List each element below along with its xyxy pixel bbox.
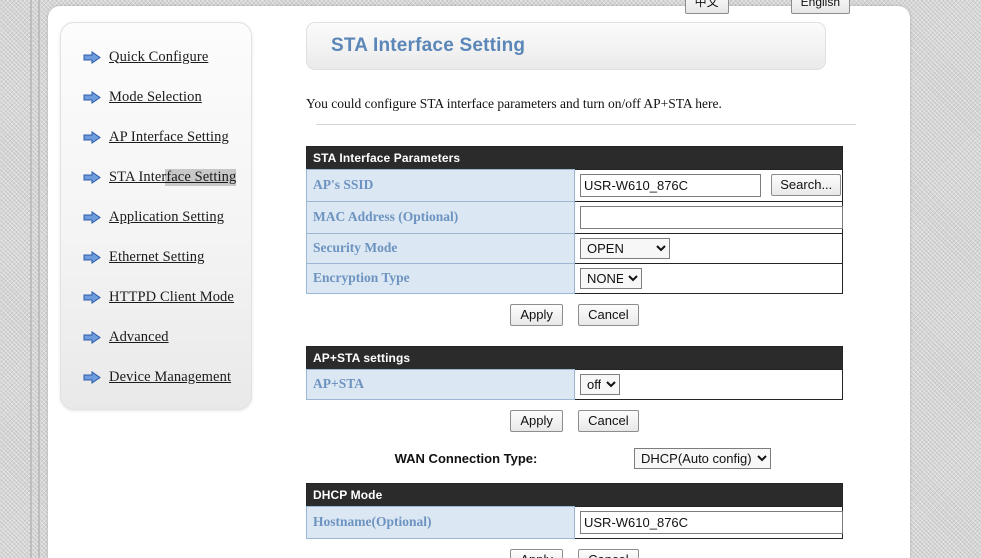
page-title-panel: STA Interface Setting [306, 22, 826, 70]
language-switcher: 中文 English [684, 0, 850, 14]
table-row: Encryption Type NONEWEPTKIPAESTKIPAES [306, 262, 843, 294]
sidebar-item-label: Advanced [109, 328, 169, 345]
language-button-english[interactable]: English [790, 0, 850, 14]
field-label-ssid: AP's SSID [306, 168, 575, 202]
sidebar-item-sta-interface-setting[interactable]: STA Interface Setting [61, 157, 251, 197]
page-edge-divider-inner [38, 0, 40, 558]
dhcp-mode-table: DHCP Mode Hostname(Optional) [306, 482, 843, 539]
cancel-button-dhcp[interactable]: Cancel [578, 548, 639, 558]
wan-connection-type-label: WAN Connection Type: [394, 450, 538, 466]
cancel-button-apsta[interactable]: Cancel [578, 409, 639, 432]
field-value-encryption-type: NONEWEPTKIPAESTKIPAES [574, 262, 843, 294]
field-label-mac-address: MAC Address (Optional) [306, 200, 575, 234]
sidebar-item-label: Application Setting [109, 208, 225, 225]
field-label-encryption-type: Encryption Type [306, 262, 575, 294]
content-divider [316, 124, 856, 125]
ssid-input[interactable] [580, 173, 761, 197]
sidebar-item-label: Quick Configure [109, 48, 209, 65]
apply-button-dhcp[interactable]: Apply [510, 548, 563, 558]
hostname-input[interactable] [580, 510, 843, 534]
table-section-header: STA Interface Parameters [306, 146, 843, 169]
field-label-apsta: AP+STA [306, 368, 575, 400]
mac-address-input[interactable] [580, 205, 843, 229]
cancel-button-sta-params[interactable]: Cancel [578, 303, 639, 326]
field-value-apsta: offon [574, 368, 843, 400]
arrow-right-icon [83, 210, 101, 224]
section-header-label: STA Interface Parameters [306, 146, 843, 169]
arrow-right-icon [83, 50, 101, 64]
sidebar-item-advanced[interactable]: Advanced [61, 317, 251, 357]
table-row: AP+STA offon [306, 368, 843, 400]
security-mode-select[interactable]: OPENSHAREDWEPAUTOWPA-PSKWPA2-PSKWPAPSKWP… [580, 237, 670, 259]
sidebar-item-label: STA Interface Setting [109, 168, 237, 186]
table-section-header: AP+STA settings [306, 346, 843, 369]
sidebar-item-label: Device Management [109, 368, 232, 385]
apsta-button-row: Apply Cancel [306, 409, 843, 432]
sidebar-item-ap-interface-setting[interactable]: AP Interface Setting [61, 117, 251, 157]
arrow-right-icon [83, 170, 101, 184]
sidebar-item-mode-selection[interactable]: Mode Selection [61, 77, 251, 117]
page-edge-divider-left [30, 0, 32, 558]
apsta-select[interactable]: offon [580, 373, 620, 395]
page-description: You could configure STA interface parame… [306, 96, 722, 111]
table-row: Hostname(Optional) [306, 505, 843, 539]
sta-params-button-row: Apply Cancel [306, 303, 843, 326]
sidebar-item-device-management[interactable]: Device Management [61, 357, 251, 397]
search-button[interactable]: Search... [771, 174, 842, 196]
table-section-header: DHCP Mode [306, 483, 843, 506]
arrow-right-icon [83, 130, 101, 144]
arrow-right-icon [83, 330, 101, 344]
sta-interface-parameters-table: STA Interface Parameters AP's SSID Searc… [306, 145, 843, 294]
apply-button-apsta[interactable]: Apply [510, 409, 563, 432]
wan-select-wrapper: DHCP(Auto config)STATIC(fixed IP) [634, 447, 771, 469]
sidebar-item-quick-configure[interactable]: Quick Configure [61, 37, 251, 77]
dhcp-button-row: Apply Cancel [306, 548, 843, 558]
field-label-hostname: Hostname(Optional) [306, 505, 575, 539]
arrow-right-icon [83, 250, 101, 264]
browser-viewport: 中文 English Quick Configure Mode Selectio… [0, 0, 981, 558]
field-value-ssid: Search... [574, 168, 843, 202]
apsta-settings-table: AP+STA settings AP+STA offon [306, 345, 843, 400]
section-header-label: AP+STA settings [306, 346, 843, 369]
sidebar-item-ethernet-setting[interactable]: Ethernet Setting [61, 237, 251, 277]
table-row: Security Mode OPENSHAREDWEPAUTOWPA-PSKWP… [306, 232, 843, 264]
wan-connection-type-select[interactable]: DHCP(Auto config)STATIC(fixed IP) [634, 447, 771, 469]
section-header-label: DHCP Mode [306, 483, 843, 506]
main-content: STA Interface Setting You could configur… [306, 22, 866, 558]
encryption-type-select[interactable]: NONEWEPTKIPAESTKIPAES [580, 267, 642, 289]
wan-connection-type-row: WAN Connection Type: DHCP(Auto config)ST… [306, 447, 843, 469]
arrow-right-icon [83, 290, 101, 304]
sidebar-item-label: Mode Selection [109, 88, 202, 105]
field-value-mac-address [574, 200, 843, 234]
field-label-security-mode: Security Mode [306, 232, 575, 264]
sidebar-item-label: Ethernet Setting [109, 248, 205, 265]
apply-button-sta-params[interactable]: Apply [510, 303, 563, 326]
arrow-right-icon [83, 90, 101, 104]
language-button-chinese[interactable]: 中文 [684, 0, 729, 14]
table-row: MAC Address (Optional) [306, 200, 843, 234]
field-value-hostname [574, 505, 843, 539]
sidebar-item-label: HTTPD Client Mode [109, 288, 234, 305]
sidebar-item-application-setting[interactable]: Application Setting [61, 197, 251, 237]
sidebar-item-label: AP Interface Setting [109, 128, 229, 145]
arrow-right-icon [83, 370, 101, 384]
field-value-security-mode: OPENSHAREDWEPAUTOWPA-PSKWPA2-PSKWPAPSKWP… [574, 232, 843, 264]
sidebar-navigation: Quick Configure Mode Selection AP Interf… [60, 22, 252, 410]
page-title: STA Interface Setting [331, 35, 526, 56]
sidebar-item-httpd-client-mode[interactable]: HTTPD Client Mode [61, 277, 251, 317]
table-row: AP's SSID Search... [306, 168, 843, 202]
